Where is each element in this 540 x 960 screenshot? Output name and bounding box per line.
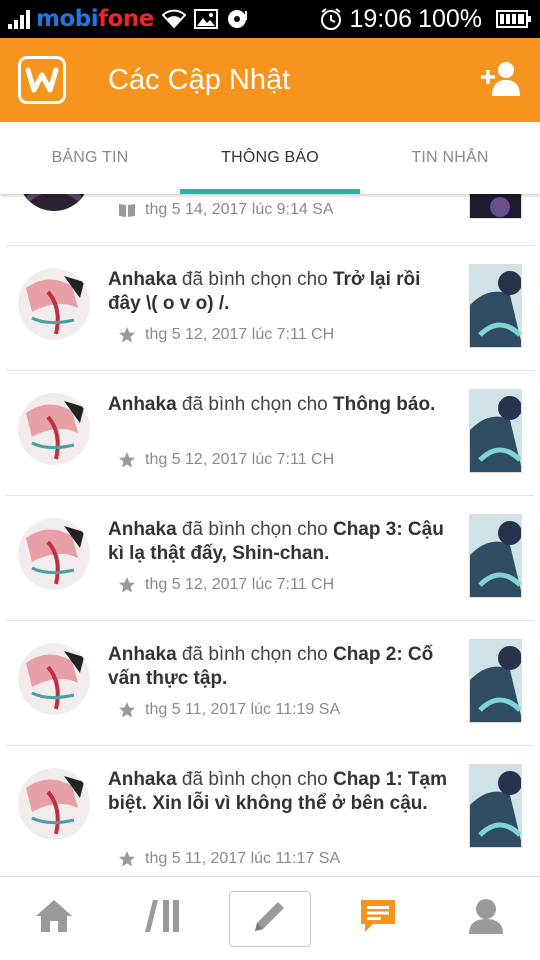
notification-verb: đã bình chọn cho [176, 394, 333, 415]
avatar[interactable] [18, 393, 90, 465]
bottom-nav [0, 876, 540, 960]
add-friend-icon[interactable] [480, 60, 524, 100]
battery-percent: 100% [418, 4, 482, 33]
nav-write[interactable] [216, 877, 324, 960]
page-title: Các Cập Nhật [108, 63, 291, 96]
story-cover[interactable] [469, 764, 522, 848]
story-cover[interactable] [469, 389, 522, 473]
notification-time: thg 5 12, 2017 lúc 7:11 CH [145, 326, 335, 343]
tab-bar: BẢNG TIN THÔNG BÁO TIN NHẮN [0, 122, 540, 194]
avatar[interactable] [18, 768, 90, 840]
notification-list[interactable]: thg 5 14, 2017 lúc 9:14 SA Anhaka đã bìn… [0, 194, 540, 876]
clock-time: 19:06 [349, 4, 413, 33]
avatar[interactable] [18, 268, 90, 340]
nav-profile[interactable] [432, 877, 540, 960]
notification-time: thg 5 12, 2017 lúc 7:11 CH [145, 451, 335, 468]
avatar[interactable] [18, 194, 90, 211]
story-cover[interactable] [469, 514, 522, 598]
carrier-name: mobifone [36, 6, 154, 32]
battery-icon [496, 9, 532, 29]
profile-icon [467, 897, 505, 940]
notification-meta: thg 5 12, 2017 lúc 7:11 CH [118, 576, 334, 594]
notification-text: Anhaka đã bình chọn cho Chap 3: Cậu kì l… [108, 518, 453, 566]
notification-meta: thg 5 12, 2017 lúc 7:11 CH [118, 451, 334, 469]
notification-time: thg 5 11, 2017 lúc 11:17 SA [145, 850, 341, 867]
star-icon [118, 326, 136, 344]
pencil-icon [251, 897, 289, 940]
user-name[interactable]: Anhaka [108, 644, 177, 665]
notification-meta: thg 5 11, 2017 lúc 11:19 SA [118, 701, 340, 719]
app-bar: Các Cập Nhật [0, 38, 540, 122]
status-bar: mobifone 19:06 100% [0, 0, 540, 38]
signal-icon [8, 9, 30, 29]
home-icon [35, 898, 73, 939]
star-icon [118, 701, 136, 719]
notification-item[interactable]: Anhaka đã bình chọn cho Trở lại rồi đây … [0, 246, 540, 371]
library-icon [143, 898, 181, 939]
story-cover[interactable] [469, 194, 522, 219]
star-icon [118, 850, 136, 868]
carrier-name-part-2: fone [98, 6, 154, 32]
screen: mobifone 19:06 100% Các Cập Nhật BẢNG TI… [0, 0, 540, 960]
avatar[interactable] [18, 518, 90, 590]
nav-home[interactable] [0, 877, 108, 960]
image-icon [193, 9, 218, 29]
star-icon [118, 576, 136, 594]
notification-item[interactable]: Anhaka đã bình chọn cho Chap 3: Cậu kì l… [0, 496, 540, 621]
nav-updates[interactable] [324, 877, 432, 960]
notification-meta: thg 5 11, 2017 lúc 11:17 SA [118, 850, 340, 868]
alarm-icon [319, 7, 343, 31]
tab-notifications[interactable]: THÔNG BÁO [180, 122, 360, 194]
write-button[interactable] [229, 890, 311, 947]
notification-item[interactable]: thg 5 14, 2017 lúc 9:14 SA [0, 194, 540, 246]
notification-time: thg 5 11, 2017 lúc 11:19 SA [145, 701, 341, 718]
notification-text: Anhaka đã bình chọn cho Chap 1: Tạm biệt… [108, 768, 453, 816]
notification-text: Anhaka đã bình chọn cho Chap 2: Cố vấn t… [108, 643, 453, 691]
user-name[interactable]: Anhaka [108, 269, 177, 290]
notification-time: thg 5 14, 2017 lúc 9:14 SA [145, 201, 334, 218]
notification-verb: đã bình chọn cho [176, 769, 333, 790]
notification-meta: thg 5 14, 2017 lúc 9:14 SA [118, 201, 334, 219]
tab-feed[interactable]: BẢNG TIN [0, 122, 180, 194]
messages-icon [359, 898, 397, 939]
notification-item[interactable]: Anhaka đã bình chọn cho Chap 1: Tạm biệt… [0, 746, 540, 876]
user-name[interactable]: Anhaka [108, 519, 177, 540]
story-title[interactable]: Thông báo. [333, 394, 435, 415]
user-name[interactable]: Anhaka [108, 769, 177, 790]
carrier-name-part-1: mobi [36, 6, 99, 32]
book-icon [118, 201, 136, 219]
story-cover[interactable] [469, 264, 522, 348]
notification-text: Anhaka đã bình chọn cho Thông báo. [108, 393, 453, 417]
notification-verb: đã bình chọn cho [176, 269, 333, 290]
story-cover[interactable] [469, 639, 522, 723]
wifi-icon [161, 9, 186, 29]
wattpad-logo-icon[interactable] [18, 56, 66, 104]
notification-text: Anhaka đã bình chọn cho Trở lại rồi đây … [108, 268, 453, 316]
nav-library[interactable] [108, 877, 216, 960]
notification-verb: đã bình chọn cho [176, 519, 333, 540]
avatar[interactable] [18, 643, 90, 715]
star-icon [118, 451, 136, 469]
user-name[interactable]: Anhaka [108, 394, 177, 415]
notification-time: thg 5 12, 2017 lúc 7:11 CH [145, 576, 335, 593]
notification-meta: thg 5 12, 2017 lúc 7:11 CH [118, 326, 334, 344]
notification-verb: đã bình chọn cho [176, 644, 333, 665]
music-disc-icon [226, 8, 250, 30]
tab-messages[interactable]: TIN NHẮN [360, 122, 540, 194]
notification-item[interactable]: Anhaka đã bình chọn cho Thông báo. thg 5… [0, 371, 540, 496]
notification-item[interactable]: Anhaka đã bình chọn cho Chap 2: Cố vấn t… [0, 621, 540, 746]
